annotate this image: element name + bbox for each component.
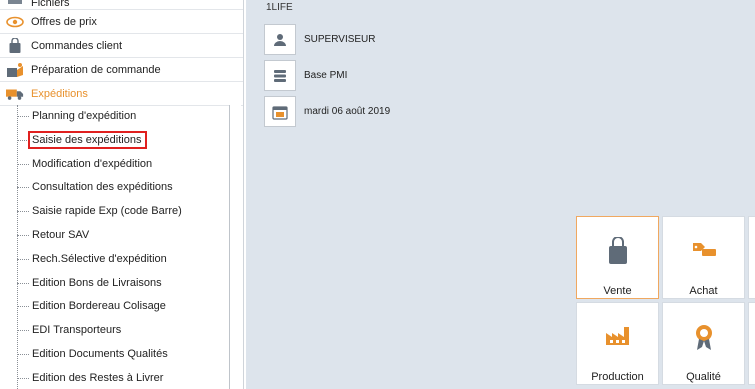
submenu-item[interactable]: Consultation des expéditions	[17, 176, 229, 198]
sidebar-item-preparation[interactable]: Préparation de commande	[0, 58, 243, 82]
submenu-item[interactable]: Saisie des expéditions	[17, 129, 229, 151]
user-info: SUPERVISEUR	[264, 24, 376, 55]
tree-branch	[17, 377, 29, 379]
module-tile-partial[interactable]	[748, 216, 755, 299]
date-info: mardi 06 août 2019	[264, 96, 390, 127]
tree-branch	[17, 353, 29, 355]
sidebar-item-fichiers[interactable]: Fichiers	[0, 0, 243, 10]
submenu-item[interactable]: Rech.Sélective d'expédition	[17, 248, 229, 270]
current-date: mardi 06 août 2019	[304, 106, 391, 117]
tree-branch	[17, 186, 29, 188]
module-tile-partial[interactable]	[748, 302, 755, 385]
shopping-bag-icon	[6, 37, 24, 54]
module-tile-production[interactable]: Production	[576, 302, 659, 385]
sidebar-item-commandes[interactable]: Commandes client	[0, 34, 243, 58]
module-tile-vente[interactable]: Vente	[576, 216, 659, 299]
calendar-icon	[264, 96, 296, 127]
submenu-item-label: Edition Bons de Livraisons	[32, 277, 162, 289]
submenu-item[interactable]: Saisie rapide Exp (code Barre)	[17, 200, 229, 222]
sidebar-item-label: Préparation de commande	[31, 63, 161, 76]
submenu-item[interactable]: Modification d'expédition	[17, 153, 229, 175]
submenu-item-label: Edition Documents Qualités	[32, 348, 168, 360]
tree-branch	[17, 329, 29, 331]
sidebar-item-label: Offres de prix	[31, 15, 97, 28]
main-panel: 1LIFE SUPERVISEUR Base PMI mardi 06 août…	[246, 0, 755, 389]
tile-label: Achat	[689, 285, 718, 297]
tree-branch	[17, 305, 29, 307]
user-icon	[264, 24, 296, 55]
submenu-item-label: Saisie des expéditions	[28, 131, 148, 149]
submenu-item[interactable]: EDI Transporteurs	[17, 319, 229, 341]
sidebar-item-label: Commandes client	[31, 39, 123, 52]
submenu-item[interactable]: Edition des Restes à Livrer	[17, 367, 229, 389]
tile-label: Vente	[603, 285, 632, 297]
tree-branch	[17, 234, 29, 236]
tree-branch	[17, 258, 29, 260]
tree-branch	[17, 115, 29, 117]
tree-branch	[17, 210, 29, 212]
tag-hand-icon	[663, 237, 744, 267]
submenu-item-label: Rech.Sélective d'expédition	[32, 253, 167, 265]
sidebar-menu: Fichiers Offres de prix Commandes client…	[0, 0, 243, 106]
truck-icon	[6, 86, 24, 102]
tree-branch	[17, 282, 29, 284]
module-tile-qualite[interactable]: Qualité	[662, 302, 745, 385]
tile-label: Production	[591, 371, 644, 383]
submenu-item[interactable]: Edition Documents Qualités	[17, 343, 229, 365]
folder-icon	[6, 0, 24, 9]
database-name: Base PMI	[304, 70, 348, 81]
sidebar-item-offres[interactable]: Offres de prix	[0, 10, 243, 34]
package-icon	[6, 62, 24, 78]
tile-label: Qualité	[686, 371, 721, 383]
database-icon	[264, 60, 296, 91]
database-info: Base PMI	[264, 60, 347, 91]
submenu-item[interactable]: Planning d'expédition	[17, 105, 229, 127]
submenu-item-label: Modification d'expédition	[32, 158, 153, 170]
submenu-item-label: Edition Bordereau Colisage	[32, 300, 166, 312]
sidebar-item-label: Fichiers	[31, 0, 70, 9]
sidebar-scrollbar[interactable]	[229, 105, 241, 389]
submenu-item-label: Planning d'expédition	[32, 110, 137, 122]
sidebar-item-label: Expéditions	[31, 87, 88, 100]
submenu-item[interactable]: Retour SAV	[17, 224, 229, 246]
expeditions-submenu: Planning d'expédition Saisie des expéditi…	[0, 105, 243, 389]
factory-icon	[577, 323, 658, 353]
submenu-item-label: Consultation des expéditions	[32, 181, 173, 193]
submenu-item[interactable]: Edition Bordereau Colisage	[17, 295, 229, 317]
sidebar-item-expeditions[interactable]: Expéditions	[0, 82, 243, 106]
sidebar: Fichiers Offres de prix Commandes client…	[0, 0, 244, 389]
eye-icon	[6, 14, 24, 30]
award-badge-icon	[663, 323, 744, 353]
app-brand: 1LIFE	[266, 2, 293, 13]
submenu-item-label: Edition des Restes à Livrer	[32, 372, 164, 384]
shopping-bag-icon	[577, 237, 658, 267]
tree-branch	[17, 163, 29, 165]
submenu-item-label: Retour SAV	[32, 229, 90, 241]
submenu-item-label: EDI Transporteurs	[32, 324, 122, 336]
submenu-item-label: Saisie rapide Exp (code Barre)	[32, 205, 182, 217]
user-name: SUPERVISEUR	[304, 34, 376, 45]
module-tile-achat[interactable]: Achat	[662, 216, 745, 299]
submenu-item[interactable]: Edition Bons de Livraisons	[17, 272, 229, 294]
